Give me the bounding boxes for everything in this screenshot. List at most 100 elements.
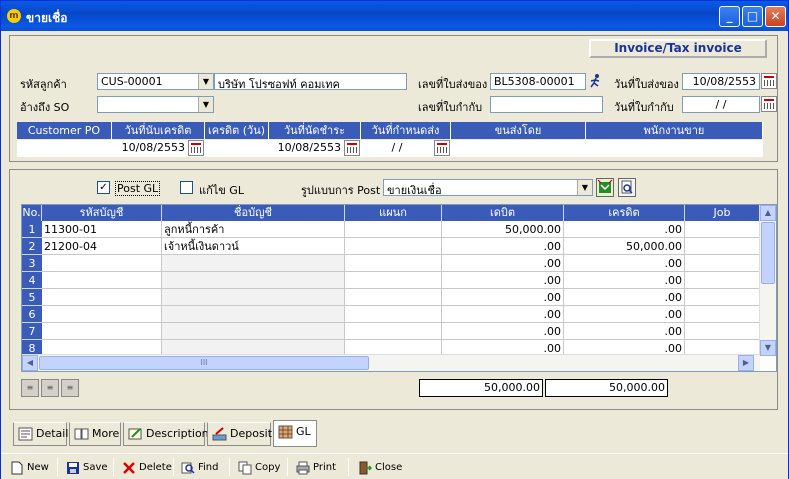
scroll-thumb[interactable] xyxy=(761,222,775,284)
customer-name-field[interactable]: บริษัท โปรซอฟท์ คอมเทค xyxy=(214,73,407,90)
cell-code[interactable] xyxy=(42,289,162,306)
cell-debit[interactable]: .00 xyxy=(442,255,564,272)
delivery-date-field[interactable]: 10/08/2553 xyxy=(682,73,760,90)
tab-more[interactable]: More xyxy=(69,422,121,446)
customer-po-field[interactable] xyxy=(17,140,112,157)
scroll-down-icon[interactable]: ▼ xyxy=(760,340,776,356)
print-preview-icon[interactable] xyxy=(618,178,636,197)
cell-debit[interactable]: .00 xyxy=(442,289,564,306)
cell-dept[interactable] xyxy=(345,289,442,306)
insert-row-icon[interactable]: ≡ xyxy=(21,379,39,397)
cell-credit[interactable]: 50,000.00 xyxy=(564,238,685,255)
cell-job[interactable] xyxy=(685,289,760,306)
find-button[interactable]: Find xyxy=(181,459,219,477)
cell-debit[interactable]: 50,000.00 xyxy=(442,221,564,238)
cell-debit[interactable]: .00 xyxy=(442,323,564,340)
cell-code[interactable]: 21200-04 xyxy=(42,238,162,255)
cell-code[interactable] xyxy=(42,272,162,289)
cell-dept[interactable] xyxy=(345,272,442,289)
cell-name[interactable] xyxy=(162,306,345,323)
calendar-icon[interactable] xyxy=(761,96,777,112)
horizontal-scrollbar[interactable]: ◀ III ▶ xyxy=(22,354,760,371)
cell-code[interactable] xyxy=(42,255,162,272)
terms-header-credit-days: เครดิต (วัน) xyxy=(205,122,269,139)
cell-job[interactable] xyxy=(685,306,760,323)
post-gl-label[interactable]: Post GL xyxy=(115,181,161,196)
cell-name[interactable]: เจ้าหนี้เงินดาวน์ xyxy=(162,238,345,255)
print-button[interactable]: Print xyxy=(296,459,336,477)
runner-icon[interactable] xyxy=(588,73,602,90)
so-select[interactable]: ▼ xyxy=(97,96,214,113)
post-format-select[interactable]: ขายเงินเชื่อ ▼ xyxy=(383,179,593,196)
tab-gl[interactable]: GL xyxy=(273,420,317,447)
save-button[interactable]: Save xyxy=(66,459,108,477)
cell-dept[interactable] xyxy=(345,238,442,255)
cell-code[interactable] xyxy=(42,306,162,323)
chevron-down-icon[interactable]: ▼ xyxy=(198,97,213,112)
post-gl-checkbox[interactable]: ✓ xyxy=(97,181,110,194)
col-account-code: รหัสบัญชี xyxy=(42,205,162,221)
cell-job[interactable] xyxy=(685,272,760,289)
cell-name[interactable] xyxy=(162,272,345,289)
chevron-down-icon[interactable]: ▼ xyxy=(577,180,592,195)
cell-credit[interactable]: .00 xyxy=(564,272,685,289)
cell-code[interactable] xyxy=(42,323,162,340)
tax-no-field[interactable] xyxy=(490,96,603,113)
post-gl-action-icon[interactable] xyxy=(596,178,614,197)
calendar-icon[interactable] xyxy=(188,140,204,156)
delete-row-icon[interactable]: ≡ xyxy=(41,379,59,397)
customer-code-select[interactable]: CUS-00001 ▼ xyxy=(97,73,214,90)
cell-job[interactable] xyxy=(685,238,760,255)
clear-row-icon[interactable]: ≡ xyxy=(61,379,79,397)
chevron-down-icon[interactable]: ▼ xyxy=(198,74,213,89)
cell-dept[interactable] xyxy=(345,323,442,340)
cell-name[interactable] xyxy=(162,289,345,306)
calendar-icon[interactable] xyxy=(434,140,450,156)
scroll-right-icon[interactable]: ▶ xyxy=(738,355,754,371)
cell-credit[interactable]: .00 xyxy=(564,306,685,323)
row-number: 5 xyxy=(22,289,42,306)
credit-days-field[interactable] xyxy=(205,140,269,157)
cell-job[interactable] xyxy=(685,323,760,340)
close-button[interactable]: Close xyxy=(358,459,402,477)
copy-button[interactable]: Copy xyxy=(238,459,280,477)
close-window-button[interactable]: ✕ xyxy=(765,6,786,27)
delete-button[interactable]: Delete xyxy=(122,459,172,477)
cell-credit[interactable]: .00 xyxy=(564,323,685,340)
cell-credit[interactable]: .00 xyxy=(564,289,685,306)
cell-dept[interactable] xyxy=(345,306,442,323)
tab-description[interactable]: Description xyxy=(123,422,209,446)
cell-credit[interactable]: .00 xyxy=(564,255,685,272)
cell-dept[interactable] xyxy=(345,221,442,238)
save-icon xyxy=(67,462,79,474)
scroll-left-icon[interactable]: ◀ xyxy=(22,355,38,371)
new-button[interactable]: New xyxy=(10,459,49,477)
cell-debit[interactable]: .00 xyxy=(442,238,564,255)
edit-gl-label[interactable]: แก้ไข GL xyxy=(199,181,244,199)
scroll-up-icon[interactable]: ▲ xyxy=(760,205,776,221)
cell-name[interactable]: ลูกหนี้การค้า xyxy=(162,221,345,238)
cell-name[interactable] xyxy=(162,323,345,340)
calendar-icon[interactable] xyxy=(344,140,360,156)
delivery-no-field[interactable]: BL5308-00001 xyxy=(490,73,586,90)
cell-debit[interactable]: .00 xyxy=(442,272,564,289)
vertical-scrollbar[interactable]: ▲ ▼ xyxy=(759,205,776,356)
tax-date-field[interactable]: / / xyxy=(682,96,760,113)
tab-detail[interactable]: Detail xyxy=(13,422,68,446)
ship-by-field[interactable] xyxy=(451,140,586,157)
salesperson-field[interactable] xyxy=(586,140,763,157)
calendar-icon[interactable] xyxy=(761,73,777,89)
edit-gl-checkbox[interactable] xyxy=(180,181,193,194)
cell-job[interactable] xyxy=(685,255,760,272)
tab-deposit[interactable]: Deposit xyxy=(207,422,272,446)
scroll-h-thumb[interactable]: III xyxy=(39,356,369,370)
maximize-button[interactable]: □ xyxy=(742,6,763,27)
cell-credit[interactable]: .00 xyxy=(564,221,685,238)
cell-dept[interactable] xyxy=(345,255,442,272)
cell-code[interactable]: 11300-01 xyxy=(42,221,162,238)
title-bar[interactable]: m ขายเชื่อ _ □ ✕ xyxy=(1,1,788,31)
minimize-button[interactable]: _ xyxy=(719,6,740,27)
cell-job[interactable] xyxy=(685,221,760,238)
cell-name[interactable] xyxy=(162,255,345,272)
cell-debit[interactable]: .00 xyxy=(442,306,564,323)
